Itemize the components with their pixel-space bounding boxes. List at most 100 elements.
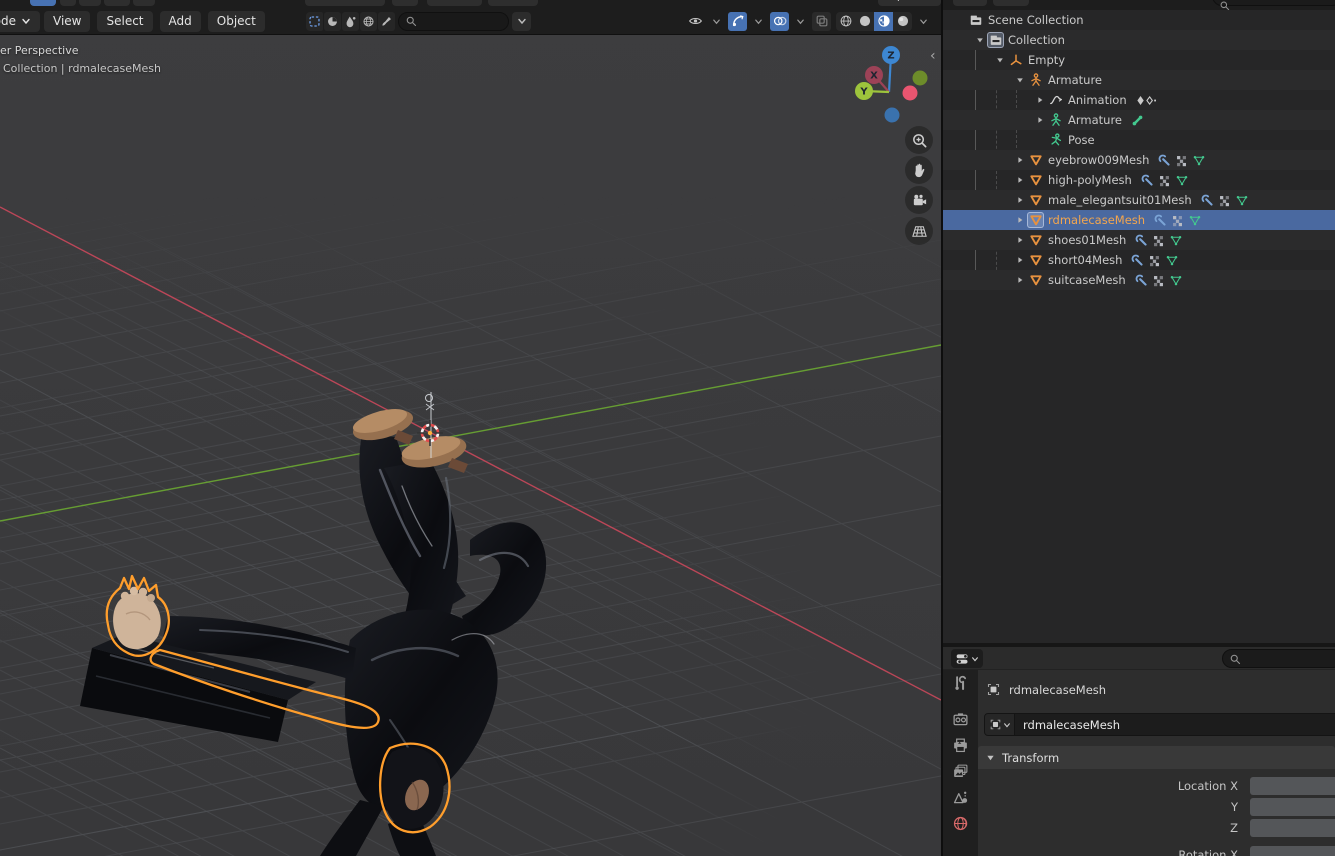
outliner-display-mode[interactable] (953, 0, 987, 6)
properties-tab-scene[interactable] (943, 784, 978, 810)
gizmos-dropdown[interactable] (752, 12, 765, 31)
sidebar-collapse-arrow[interactable]: ‹ (930, 48, 936, 64)
outliner-row-rdmalecasemesh[interactable]: rdmalecaseMesh (943, 210, 1335, 230)
menu-view[interactable]: View (44, 11, 90, 32)
disclosure-right-icon[interactable] (1013, 236, 1027, 244)
search-options-dropdown[interactable] (512, 12, 531, 31)
properties-search-input[interactable] (1241, 651, 1321, 666)
meshdata-icon[interactable] (1235, 194, 1249, 207)
outliner-filter-button[interactable] (993, 0, 1029, 6)
meshdata-icon[interactable] (1192, 154, 1206, 167)
gizmos-toggle[interactable] (728, 12, 747, 31)
zoom-button[interactable] (905, 126, 933, 154)
search-input[interactable] (417, 14, 497, 29)
xray-toggle[interactable] (812, 12, 831, 31)
disclosure-right-icon[interactable] (1013, 176, 1027, 184)
brush-tool-button[interactable] (378, 12, 395, 31)
properties-tab-world[interactable] (943, 810, 978, 836)
pie-circle-tool-button[interactable] (324, 12, 341, 31)
gizmo-axis-neg[interactable] (913, 71, 928, 86)
viewport-canvas[interactable]: er Perspective Collection | rdmalecaseMe… (0, 0, 941, 856)
field-value-rotation-x[interactable] (1250, 846, 1335, 856)
vgroup-icon[interactable] (1152, 234, 1165, 247)
menu-add[interactable]: Add (160, 11, 201, 32)
keyframes-icon[interactable] (1136, 94, 1156, 107)
snap-toggle-pill[interactable] (392, 0, 418, 6)
disclosure-right-icon[interactable] (1013, 276, 1027, 284)
vgroup-icon[interactable] (1148, 254, 1161, 267)
menu-select[interactable]: Select (97, 11, 152, 32)
meshdata-icon[interactable] (1169, 274, 1183, 287)
field-value-z[interactable] (1250, 819, 1335, 837)
droplet-tool-button[interactable] (342, 12, 359, 31)
outliner-row-animation[interactable]: Animation (943, 90, 1335, 110)
object-name-input[interactable] (1015, 714, 1335, 735)
vgroup-icon[interactable] (1152, 274, 1165, 287)
pan-button[interactable] (905, 156, 933, 184)
properties-tab-view-layer[interactable] (943, 758, 978, 784)
outliner-row-collection[interactable]: Collection (943, 30, 1335, 50)
mode-dropdown[interactable]: ode (0, 11, 40, 32)
wrench-icon[interactable] (1201, 194, 1214, 207)
sliver-pill[interactable] (79, 0, 101, 6)
menu-object[interactable]: Object (208, 11, 265, 32)
outliner-row-short04mesh[interactable]: short04Mesh (943, 250, 1335, 270)
options-pill[interactable]: Options (878, 0, 941, 6)
meshdata-icon[interactable] (1188, 214, 1202, 227)
outliner-row-scene-collection[interactable]: Scene Collection (943, 10, 1335, 30)
outliner-row-shoes01mesh[interactable]: shoes01Mesh (943, 230, 1335, 250)
outliner-row-high-polymesh[interactable]: high-polyMesh (943, 170, 1335, 190)
object-visibility-button[interactable] (686, 12, 705, 31)
meshdata-icon[interactable] (1169, 234, 1183, 247)
sliver-mode-pill[interactable] (30, 0, 56, 6)
properties-tab-render[interactable] (943, 706, 978, 732)
overlays-toggle[interactable] (770, 12, 789, 31)
outliner-row-suitcasemesh[interactable]: suitcaseMesh (943, 270, 1335, 290)
gizmo-axis-neg[interactable] (885, 108, 900, 123)
shading-material-button[interactable] (874, 12, 893, 31)
meshdata-icon[interactable] (1175, 174, 1189, 187)
properties-tab-output[interactable] (943, 732, 978, 758)
shading-rendered-button[interactable] (893, 12, 912, 31)
header-search[interactable] (398, 12, 509, 31)
outliner-search[interactable] (1212, 0, 1335, 6)
shading-dropdown[interactable] (917, 12, 930, 31)
outliner-row-empty[interactable]: Empty (943, 50, 1335, 70)
field-value-location-x[interactable] (1250, 777, 1335, 795)
wrench-icon[interactable] (1154, 214, 1167, 227)
vgroup-icon[interactable] (1158, 174, 1171, 187)
outliner-row-pose[interactable]: Pose (943, 130, 1335, 150)
overlays-dropdown[interactable] (794, 12, 807, 31)
outliner-row-armature[interactable]: Armature (943, 70, 1335, 90)
bone-icon[interactable] (1131, 114, 1144, 127)
sliver-pill[interactable] (104, 0, 130, 6)
shading-solid-button[interactable] (855, 12, 874, 31)
disclosure-right-icon[interactable] (1013, 156, 1027, 164)
editor-type-selector[interactable] (951, 649, 983, 668)
wrench-icon[interactable] (1135, 234, 1148, 247)
disclosure-right-icon[interactable] (1033, 96, 1047, 104)
shading-wireframe-button[interactable] (836, 12, 855, 31)
outliner-row-eyebrow009mesh[interactable]: eyebrow009Mesh (943, 150, 1335, 170)
vgroup-icon[interactable] (1175, 154, 1188, 167)
disclosure-right-icon[interactable] (1013, 196, 1027, 204)
wrench-icon[interactable] (1158, 154, 1171, 167)
vgroup-icon[interactable] (1171, 214, 1184, 227)
field-value-y[interactable] (1250, 798, 1335, 816)
sliver-pill[interactable] (60, 0, 76, 6)
globe-tool-button[interactable] (360, 12, 377, 31)
sliver-pill[interactable] (133, 0, 155, 6)
transform-section-header[interactable]: Transform (978, 746, 1335, 769)
vgroup-icon[interactable] (1218, 194, 1231, 207)
id-type-dropdown[interactable] (985, 714, 1015, 735)
disclosure-down-icon[interactable] (973, 36, 987, 44)
properties-tab-tool[interactable] (943, 670, 978, 696)
outliner-row-armature[interactable]: Armature (943, 110, 1335, 130)
toggle-ortho-button[interactable] (905, 217, 933, 245)
snap-options-pill[interactable] (427, 0, 482, 6)
disclosure-down-icon[interactable] (1013, 76, 1027, 84)
outliner-row-male-elegantsuit01mesh[interactable]: male_elegantsuit01Mesh (943, 190, 1335, 210)
wrench-icon[interactable] (1141, 174, 1154, 187)
wrench-icon[interactable] (1135, 274, 1148, 287)
disclosure-right-icon[interactable] (1013, 256, 1027, 264)
